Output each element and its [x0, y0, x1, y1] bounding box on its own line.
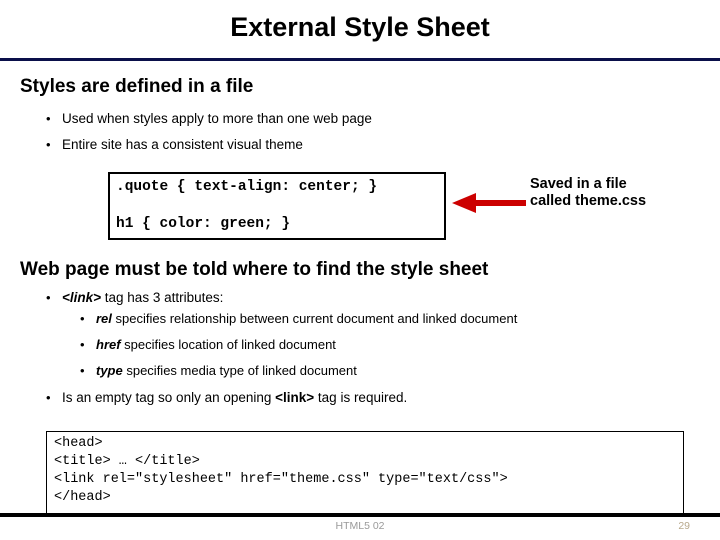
bullet-dot-icon: •: [80, 363, 85, 378]
page-title: External Style Sheet: [230, 12, 490, 42]
list-item: • Used when styles apply to more than on…: [46, 111, 372, 126]
html-code-box: <head> <title> … </title> <link rel="sty…: [46, 431, 684, 514]
arrow-shaft: [474, 200, 526, 206]
list-item-label: Used when styles apply to more than one …: [62, 111, 372, 126]
list-item-label: <link> tag has 3 attributes:: [62, 290, 223, 305]
annotation-saved-in-file: Saved in a file called theme.css: [530, 176, 646, 210]
bullet-dot-icon: •: [46, 137, 51, 152]
html-code-line-1: <head>: [54, 436, 103, 451]
list-item: • Entire site has a consistent visual th…: [46, 137, 303, 152]
list-item-emphasis: <link>: [275, 390, 315, 405]
bullet-dot-icon: •: [46, 390, 51, 405]
list-item: • href specifies location of linked docu…: [80, 337, 336, 352]
css-code-box: .quote { text-align: center; } h1 { colo…: [108, 172, 446, 240]
html-code-line-3: <link rel="stylesheet" href="theme.css" …: [54, 472, 508, 487]
page-number: 29: [678, 520, 690, 532]
list-item-pre: Is an empty tag so only an opening: [62, 390, 276, 405]
list-item-rest: specifies media type of linked document: [122, 363, 357, 378]
list-item: • Is an empty tag so only an opening <li…: [46, 390, 407, 405]
list-item-emphasis: <link>: [62, 290, 102, 305]
list-item-label: rel specifies relationship between curre…: [96, 311, 517, 326]
bullet-dot-icon: •: [80, 311, 85, 326]
list-item-emphasis: type: [96, 363, 123, 378]
list-item-rest: tag has 3 attributes:: [101, 290, 224, 305]
list-item-label: href specifies location of linked docume…: [96, 337, 336, 352]
list-item-emphasis: rel: [96, 311, 112, 326]
html-code-line-4: </head>: [54, 490, 111, 505]
list-item-label: Is an empty tag so only an opening <link…: [62, 390, 407, 405]
bullet-dot-icon: •: [46, 111, 51, 126]
bullet-dot-icon: •: [46, 290, 51, 305]
list-item: • type specifies media type of linked do…: [80, 363, 357, 378]
list-item: • <link> tag has 3 attributes:: [46, 290, 223, 305]
section-heading-web-page-told: Web page must be told where to find the …: [20, 259, 489, 280]
list-item: • rel specifies relationship between cur…: [80, 311, 517, 326]
red-left-arrow-icon: [452, 193, 526, 213]
section-heading-styles-defined: Styles are defined in a file: [20, 76, 254, 97]
html-code-line-2: <title> … </title>: [54, 454, 200, 469]
list-item-emphasis: href: [96, 337, 121, 352]
list-item-rest: specifies relationship between current d…: [111, 311, 518, 326]
list-item-rest: specifies location of linked document: [120, 337, 336, 352]
annotation-line-1: Saved in a file: [530, 176, 627, 192]
list-item-rest: tag is required.: [314, 390, 408, 405]
css-code-line-2: h1 { color: green; }: [116, 216, 291, 232]
list-item-label: type specifies media type of linked docu…: [96, 363, 357, 378]
bullet-dot-icon: •: [80, 337, 85, 352]
title-divider: [0, 58, 720, 61]
arrow-head: [452, 193, 476, 213]
list-item-label: Entire site has a consistent visual them…: [62, 137, 303, 152]
css-code-line-1: .quote { text-align: center; }: [116, 179, 378, 195]
footer-divider: [0, 513, 720, 517]
annotation-line-2: called theme.css: [530, 193, 647, 209]
